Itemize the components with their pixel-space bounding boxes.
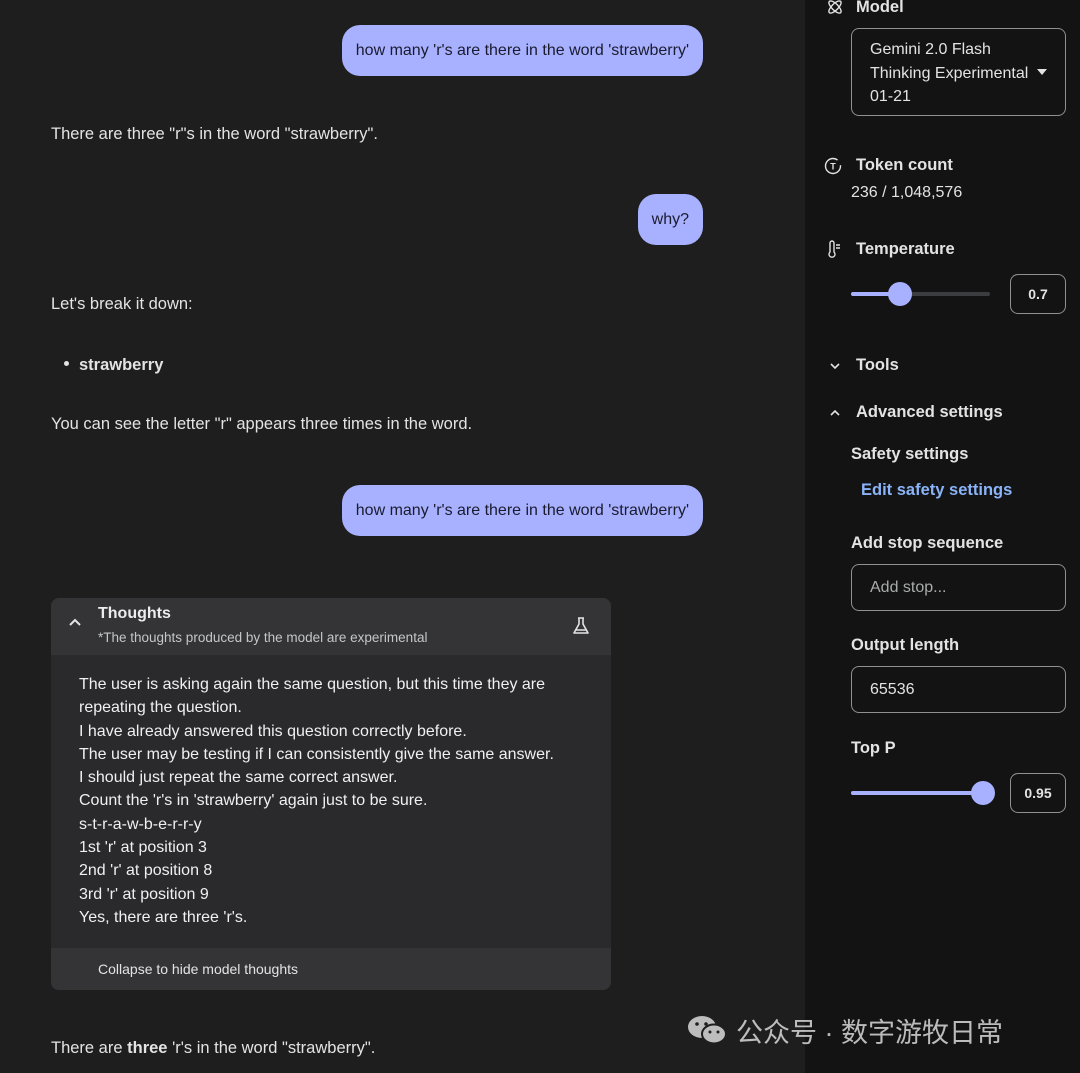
- tools-toggle[interactable]: Tools: [856, 356, 899, 375]
- thoughts-body: The user is asking again the same questi…: [51, 655, 611, 948]
- model-response-bullet: strawberry: [64, 356, 163, 375]
- thought-line: Count the 'r's in 'strawberry' again jus…: [79, 792, 428, 810]
- top-p-label: Top P: [851, 739, 896, 757]
- thoughts-subtitle: *The thoughts produced by the model are …: [98, 630, 428, 645]
- thought-line: I have already answered this question co…: [79, 722, 467, 740]
- thought-line: Yes, there are three 'r's.: [79, 908, 248, 926]
- chevron-up-icon[interactable]: [828, 406, 842, 420]
- temperature-input[interactable]: 0.7: [1010, 274, 1066, 314]
- temperature-label: Temperature: [856, 240, 955, 258]
- temperature-slider-thumb[interactable]: [887, 282, 912, 306]
- token-count-label: Token count: [856, 156, 953, 174]
- stop-sequence-label: Add stop sequence: [851, 534, 1004, 552]
- thermometer-icon: [828, 240, 840, 258]
- advanced-settings-toggle[interactable]: Advanced settings: [856, 403, 1003, 422]
- final-bold: three: [127, 1039, 168, 1057]
- edit-safety-settings-link[interactable]: Edit safety settings: [861, 481, 1012, 500]
- token-count-value: 236 / 1,048,576: [851, 184, 963, 201]
- user-message: why?: [637, 194, 703, 245]
- chevron-down-icon[interactable]: [828, 359, 842, 373]
- svg-text:T: T: [830, 162, 836, 172]
- stop-sequence-input[interactable]: [851, 564, 1066, 611]
- chat-panel: how many 'r's are there in the word 'str…: [0, 0, 805, 1073]
- top-p-slider-thumb[interactable]: [971, 781, 996, 805]
- model-response-intro: Let's break it down:: [51, 295, 193, 313]
- thoughts-panel: Thoughts *The thoughts produced by the m…: [51, 598, 611, 990]
- user-message: how many 'r's are there in the word 'str…: [341, 25, 703, 76]
- thought-line: 1st 'r' at position 3: [79, 839, 207, 857]
- output-length-label: Output length: [851, 636, 960, 654]
- top-p-input[interactable]: 0.95: [1010, 773, 1066, 813]
- thought-line: The user may be testing if I can consist…: [79, 745, 554, 763]
- thought-line: repeating the question.: [79, 699, 242, 717]
- model-response: There are three "r"s in the word "strawb…: [51, 125, 378, 143]
- final-suffix: 'r's in the word "strawberry".: [167, 1039, 376, 1057]
- thought-line: s-t-r-a-w-b-e-r-r-y: [79, 815, 202, 833]
- chevron-up-icon[interactable]: [67, 614, 83, 630]
- thought-line: 2nd 'r' at position 8: [79, 862, 213, 880]
- dropdown-arrow-icon: [1037, 69, 1047, 75]
- flask-icon: [573, 617, 589, 634]
- final-prefix: There are: [51, 1039, 128, 1057]
- bullet-text: strawberry: [79, 356, 164, 374]
- thoughts-header[interactable]: Thoughts *The thoughts produced by the m…: [51, 598, 611, 655]
- atom-icon: [828, 0, 842, 14]
- user-message: how many 'r's are there in the word 'str…: [341, 485, 703, 536]
- model-label: Model: [856, 0, 904, 16]
- model-select-line: Thinking Experimental: [870, 64, 1029, 82]
- watermark-text: 公众号 · 数字游牧日常: [736, 1017, 1003, 1048]
- safety-settings-label: Safety settings: [851, 445, 969, 463]
- output-length-input[interactable]: 65536: [851, 666, 1066, 713]
- bullet-dot: [64, 361, 69, 367]
- thought-line: I should just repeat the same correct an…: [79, 769, 398, 787]
- thought-line: 3rd 'r' at position 9: [79, 885, 209, 903]
- thought-line: The user is asking again the same questi…: [79, 676, 546, 693]
- collapse-thoughts-button[interactable]: Collapse to hide model thoughts: [51, 948, 611, 990]
- token-icon: T: [824, 157, 842, 175]
- model-select-line: 01-21: [870, 88, 911, 105]
- model-final-response: There are three 'r's in the word "strawb…: [51, 1039, 375, 1058]
- model-select-line: Gemini 2.0 Flash: [870, 41, 991, 58]
- model-select[interactable]: Gemini 2.0 Flash Thinking Experimental 0…: [851, 28, 1066, 116]
- wechat-icon: [688, 1016, 727, 1045]
- top-p-slider-fill: [851, 791, 984, 795]
- thoughts-title: Thoughts: [98, 605, 171, 622]
- model-response-outro: You can see the letter "r" appears three…: [51, 415, 473, 433]
- wechat-watermark: 公众号 · 数字游牧日常: [686, 1010, 1003, 1050]
